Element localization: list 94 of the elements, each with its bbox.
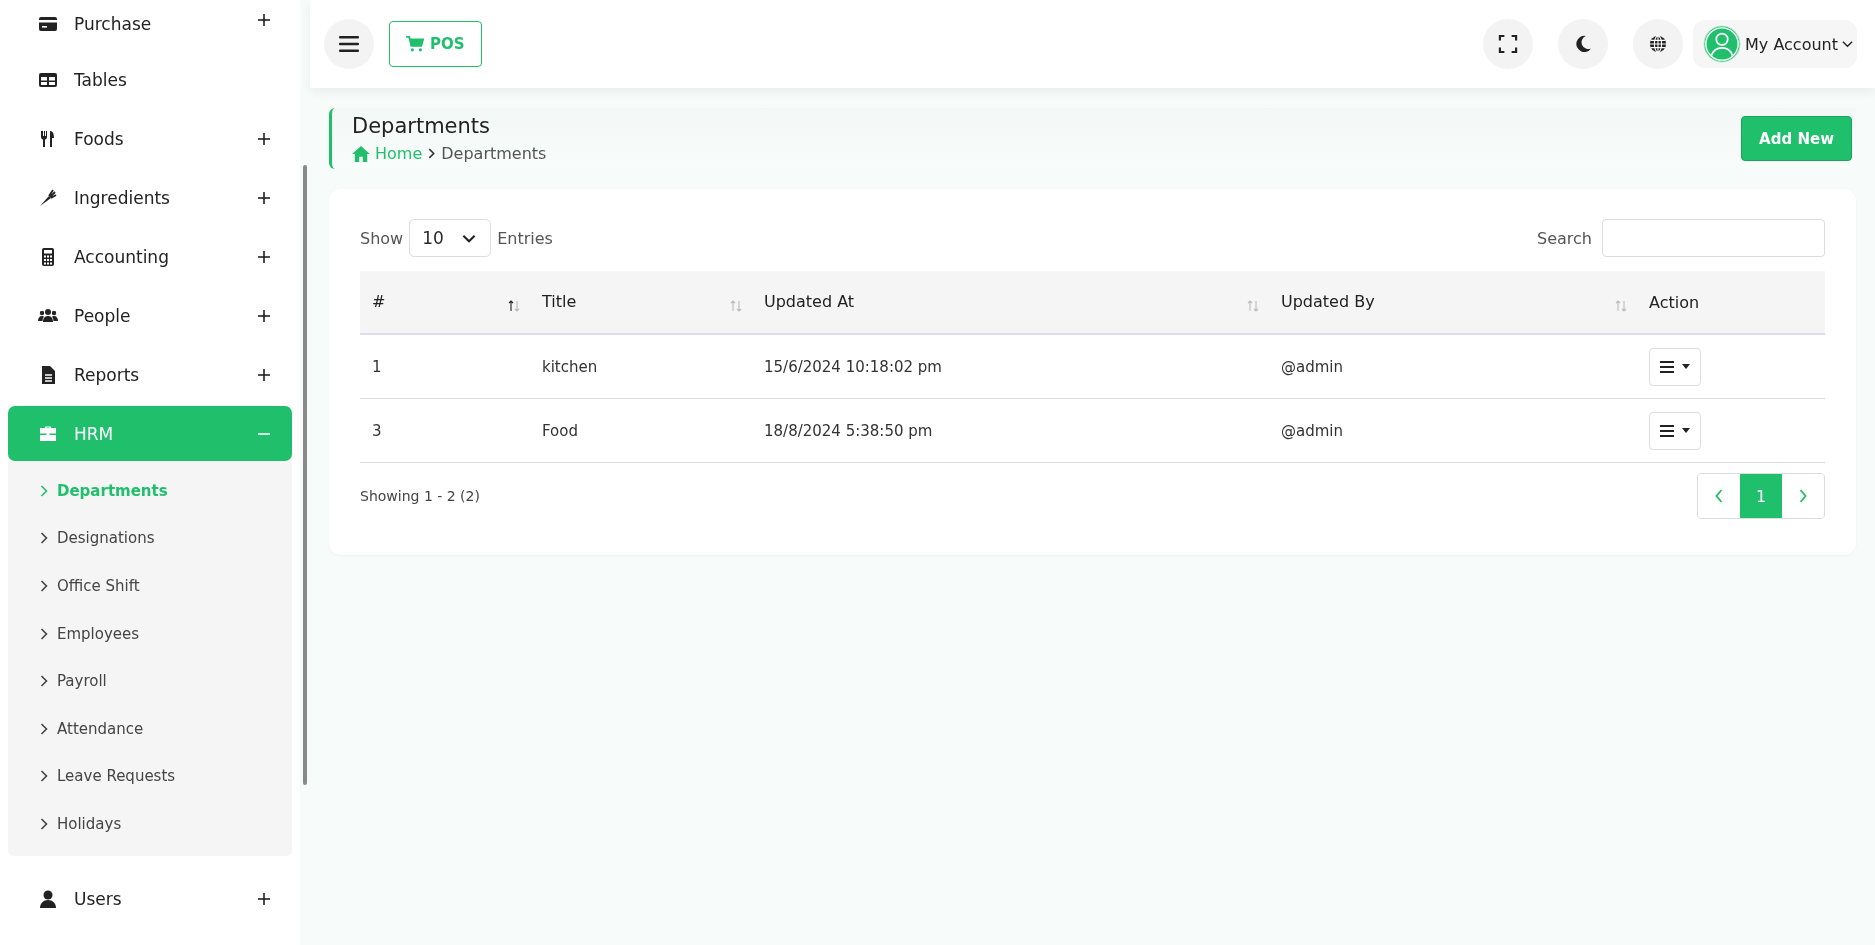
scrollbar[interactable] [303,165,307,785]
dark-mode-button[interactable] [1558,19,1609,69]
plus-icon [258,191,270,204]
sidebar-item[interactable]: People [8,286,292,345]
column-header[interactable]: Updated By [1269,271,1637,334]
caret-down-icon [1682,364,1690,369]
search-label: Search [1537,228,1592,248]
submenu-item[interactable]: Payroll [8,657,292,705]
cart-icon [406,36,424,52]
menu-icon [1660,424,1674,437]
column-header[interactable]: Updated At [752,271,1269,334]
credit-card-icon [38,14,58,34]
sidebar-item-label: Ingredients [73,187,171,208]
globe-icon [1648,35,1669,53]
sidebar-item-label: People [73,305,132,326]
sidebar-item[interactable]: Ingredients [8,168,292,227]
chevron-right-icon [40,675,48,688]
expand-icon [1498,35,1519,53]
row-actions-button[interactable] [1649,411,1701,450]
chevron-right-icon [428,148,436,159]
submenu-item-label: Designations [56,529,155,548]
sidebar-item[interactable]: Tables [8,50,292,109]
sidebar-item[interactable]: Reports [8,345,292,404]
sidebar-item-label: Users [73,889,123,910]
plus-icon [258,14,270,26]
submenu-item-label: Employees [56,624,140,643]
plus-icon [258,893,270,906]
menu-icon [339,35,359,53]
sidebar-item-label: Foods [73,128,125,149]
column-header[interactable]: Title [530,271,752,334]
sidebar-item-label: Reports [73,364,141,385]
sidebar-item[interactable]: Purchase [8,0,292,50]
chevron-right-icon [40,770,48,783]
submenu-item-label: Leave Requests [56,767,176,786]
chevron-down-icon [1842,40,1853,48]
user-icon [38,889,58,910]
table-cell: @admin [1269,334,1637,399]
plus-icon [258,250,270,263]
submenu-item[interactable]: Employees [8,609,292,658]
sidebar-item-label: Accounting [73,246,170,267]
chevron-right-icon [40,627,48,640]
submenu-item[interactable]: Leave Requests [8,752,292,801]
plus-icon [258,132,270,145]
submenu-item-label: Departments [56,481,168,500]
chevron-right-icon [1799,489,1807,503]
chevron-right-icon [40,484,48,497]
menu-icon [1660,360,1674,373]
submenu-item-label: Office Shift [56,577,140,595]
chevron-left-icon [1715,489,1723,503]
search-field[interactable] [1602,219,1825,257]
column-header[interactable]: # [360,271,530,334]
submenu-item[interactable]: Holidays [8,800,292,848]
sidebar-item-label: HRM [73,423,115,444]
column-header: Action [1637,271,1825,334]
sidebar-item[interactable]: Accounting [8,227,292,286]
show-label: Show [360,228,404,248]
table-cell: 15/6/2024 10:18:02 pm [752,334,1269,399]
chevron-right-icon [40,532,48,545]
fullscreen-button[interactable] [1483,19,1534,69]
sidebar-item[interactable]: Foods [8,109,292,168]
submenu-item-label: Holidays [56,814,122,833]
sort-icon[interactable] [508,300,520,312]
submenu-item-label: Attendance [56,719,144,738]
table-cell: kitchen [530,334,752,399]
chevron-right-icon [40,817,48,830]
submenu-item-label: Payroll [56,672,107,691]
table-cell: Food [530,398,752,463]
account-menu-button[interactable]: My Account [1693,20,1857,68]
chevron-right-icon [40,580,48,592]
home-icon [352,145,370,162]
submenu-item[interactable]: Attendance [8,704,292,753]
chevron-down-icon [462,233,477,243]
table-cell: 3 [360,398,530,463]
sidebar-item-label: Purchase [73,14,153,34]
page-title: Departments [352,114,492,138]
breadcrumb-current: Departments [441,144,547,163]
menu-button[interactable] [324,19,374,69]
table-summary: Showing 1 - 2 (2) [360,488,480,504]
table-cell: 18/8/2024 5:38:50 pm [752,398,1269,463]
caret-down-icon [1682,428,1690,433]
submenu-item[interactable]: Designations [8,514,292,563]
language-button[interactable] [1633,19,1684,69]
table-cell: @admin [1269,398,1637,463]
sidebar-item-label: Tables [73,69,128,90]
page-size-select[interactable]: 10 [409,219,492,257]
sidebar-item[interactable]: Users [8,869,292,929]
avatar-icon [1703,25,1742,63]
submenu-item[interactable]: Office Shift [8,562,292,610]
plus-icon [258,309,270,322]
entries-label: Entries [497,228,553,248]
chevron-right-icon [40,722,48,735]
plus-icon [258,368,270,381]
table-cell: 1 [360,334,530,399]
row-actions-button[interactable] [1649,347,1701,386]
